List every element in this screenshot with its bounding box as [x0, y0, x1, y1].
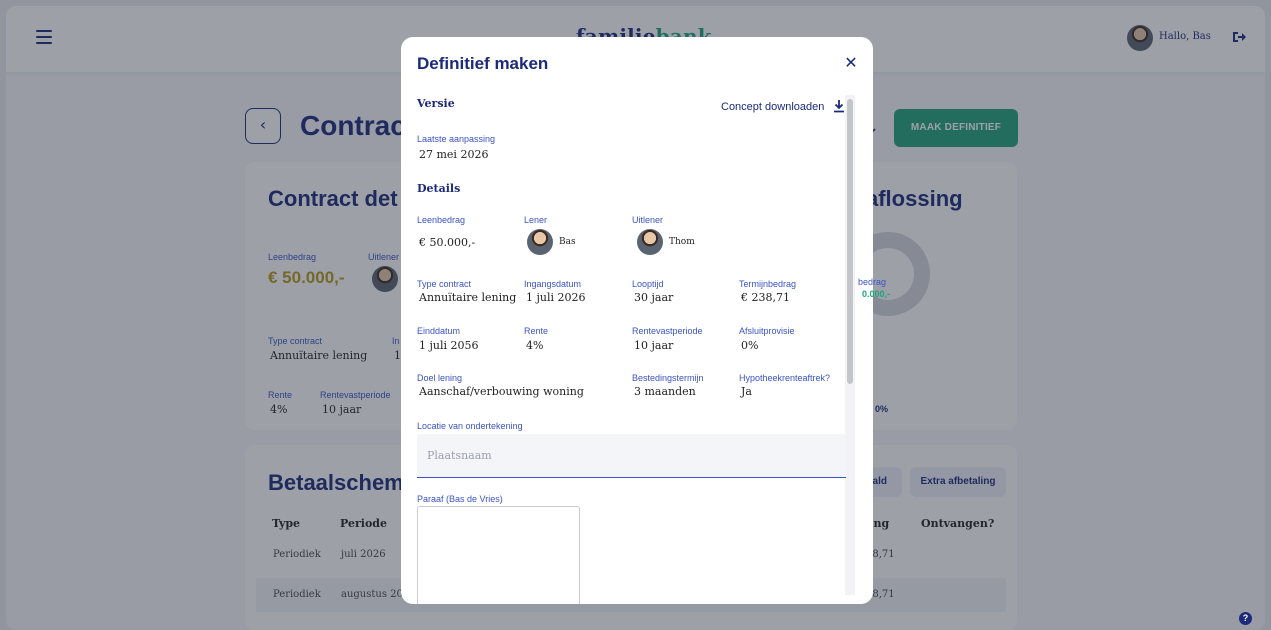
doel-label: Doel lening — [417, 373, 463, 383]
provisie-value: 0% — [741, 339, 759, 352]
looptijd-label: Looptijd — [632, 279, 664, 289]
uitlener-name: Thom — [669, 237, 695, 247]
concept-download-link[interactable]: Concept downloaden — [721, 101, 824, 113]
uitlener-label: Uitlener — [632, 215, 664, 225]
initials-label: Paraaf (Bas de Vries) — [417, 494, 503, 504]
last-change-label: Laatste aanpassing — [417, 134, 496, 144]
finalize-modal: Definitief maken ✕ Versie Concept downlo… — [401, 37, 873, 604]
initials-signature-pad[interactable] — [417, 506, 580, 604]
lener-label: Lener — [524, 215, 548, 225]
doel-value: Aanschaf/verbouwing woning — [419, 385, 584, 398]
aftrek-label: Hypotheekrenteaftrek? — [739, 373, 831, 383]
rente-value: 4% — [526, 339, 544, 352]
leenbedrag-value: € 50.000,- — [419, 236, 476, 249]
eind-label: Einddatum — [417, 326, 461, 336]
looptijd-value: 30 jaar — [634, 291, 674, 304]
termijn-value: € 238,71 — [741, 291, 790, 304]
uitlener-avatar — [637, 229, 663, 255]
rvp-label: Rentevastperiode — [632, 326, 703, 336]
eind-value: 1 juli 2056 — [419, 339, 479, 352]
last-change-value: 27 mei 2026 — [419, 148, 489, 161]
besteding-value: 3 maanden — [634, 385, 696, 398]
version-heading: Versie — [417, 97, 455, 110]
ingang-label: Ingangsdatum — [524, 279, 582, 289]
location-input[interactable] — [417, 434, 846, 478]
besteding-label: Bestedingstermijn — [632, 373, 704, 383]
donut-label: bedrag — [858, 277, 887, 287]
help-button[interactable]: ? — [1239, 612, 1252, 625]
close-icon[interactable]: ✕ — [843, 55, 859, 71]
type-label: Type contract — [417, 279, 472, 289]
scrollbar-thumb[interactable] — [847, 99, 853, 384]
details-heading: Details — [417, 182, 461, 195]
ingang-value: 1 juli 2026 — [526, 291, 586, 304]
modal-title: Definitief maken — [417, 54, 549, 73]
donut-value: 0.000,- — [862, 289, 891, 299]
termijn-label: Termijnbedrag — [739, 279, 797, 289]
lener-person: Bas — [527, 229, 576, 255]
rvp-value: 10 jaar — [634, 339, 674, 352]
type-value: Annuïtaire lening — [419, 291, 517, 304]
leenbedrag-label: Leenbedrag — [417, 215, 466, 225]
download-icon[interactable] — [833, 99, 845, 113]
aftrek-value: Ja — [741, 385, 752, 398]
uitlener-person: Thom — [637, 229, 695, 255]
provisie-label: Afsluitprovisie — [739, 326, 795, 336]
lener-avatar — [527, 229, 553, 255]
lener-name: Bas — [559, 237, 576, 247]
rente-label: Rente — [524, 326, 549, 336]
location-label: Locatie van ondertekening — [417, 421, 523, 431]
